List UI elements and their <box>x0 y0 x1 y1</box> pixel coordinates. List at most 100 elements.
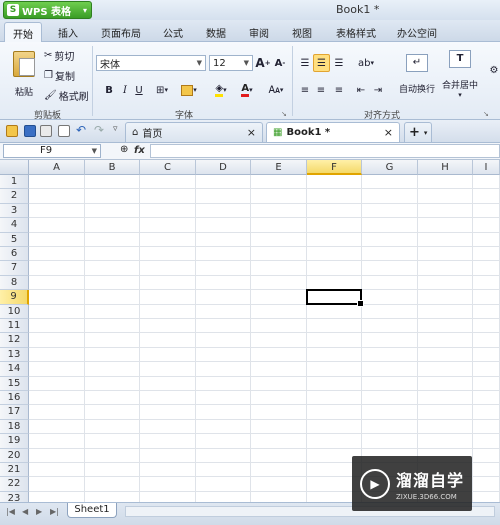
close-icon[interactable]: × <box>384 126 393 139</box>
row-header[interactable]: 20 <box>0 448 29 463</box>
name-box[interactable]: F9 ▼ <box>3 144 101 158</box>
tab-home[interactable]: 开始 <box>4 22 42 42</box>
row-header[interactable]: 14 <box>0 362 29 377</box>
bold-button[interactable]: B <box>102 82 116 98</box>
column-header[interactable]: C <box>140 160 196 175</box>
align-center-button[interactable]: ≡ <box>313 82 329 98</box>
tab-office-space[interactable]: 办公空间 <box>397 25 437 40</box>
select-all-corner[interactable] <box>0 160 29 175</box>
row-header[interactable]: 8 <box>0 275 29 291</box>
phonetic-button[interactable]: 🗛 ▾ <box>264 82 288 98</box>
row-header[interactable]: 17 <box>0 405 29 420</box>
row-header[interactable]: 16 <box>0 391 29 406</box>
print-icon[interactable] <box>40 125 52 137</box>
more-options-button[interactable]: ⚙ <box>488 62 500 78</box>
increase-indent-button[interactable]: ⇥ <box>370 82 386 98</box>
first-sheet-icon[interactable]: |◀ <box>6 507 15 516</box>
align-middle-button[interactable]: ☰ <box>313 54 330 72</box>
row-header[interactable]: 5 <box>0 232 29 247</box>
tab-insert[interactable]: 插入 <box>58 25 78 40</box>
text-direction-button[interactable]: ab ▾ <box>354 54 378 72</box>
open-folder-icon[interactable] <box>6 125 18 137</box>
merge-center-button[interactable]: T 合并居中 ▾ <box>440 46 480 102</box>
customize-toolbar-icon[interactable]: ▿ <box>113 124 118 134</box>
prev-sheet-icon[interactable]: ◀ <box>22 507 28 516</box>
underline-button[interactable]: U <box>132 82 146 98</box>
row-header[interactable]: 11 <box>0 319 29 334</box>
grow-font-button[interactable]: A + <box>255 55 270 71</box>
column-header[interactable]: G <box>362 160 418 175</box>
decrease-indent-button[interactable]: ⇤ <box>353 82 369 98</box>
column-header[interactable]: A <box>29 160 85 175</box>
dialog-launcher-icon[interactable]: ↘ <box>281 110 287 118</box>
fill-color-button[interactable]: ◈ ▾ <box>208 82 234 98</box>
font-color-icon: A <box>241 83 250 97</box>
zoom-icon[interactable]: ⊕ <box>120 144 128 155</box>
tab-page-layout[interactable]: 页面布局 <box>101 25 141 40</box>
italic-button[interactable]: I <box>118 82 132 98</box>
ribbon: 粘贴 ✂ 剪切 ❐ 复制 🖌 格式刷 剪贴板 宋体 ▼ 12 ▼ A + A- B I U … <box>0 42 500 121</box>
row-header[interactable]: 4 <box>0 218 29 233</box>
align-left-button[interactable]: ≡ <box>297 82 313 98</box>
row-header[interactable]: 18 <box>0 419 29 435</box>
last-sheet-icon[interactable]: ▶| <box>50 507 59 516</box>
row-header[interactable]: 12 <box>0 333 29 348</box>
row-header[interactable]: 1 <box>0 175 29 190</box>
row-header[interactable]: 22 <box>0 477 29 492</box>
align-bottom-button[interactable]: ☰ <box>331 54 347 72</box>
redo-icon[interactable]: ↷ <box>94 123 104 137</box>
column-header[interactable]: E <box>251 160 307 175</box>
close-icon[interactable]: × <box>247 126 256 139</box>
tab-table-style[interactable]: 表格样式 <box>336 25 376 40</box>
print-preview-icon[interactable] <box>58 125 70 137</box>
wrap-text-button[interactable]: ↵ 自动换行 <box>397 46 437 102</box>
font-size-select[interactable]: 12 ▼ <box>209 55 253 71</box>
dialog-launcher-icon[interactable]: ↘ <box>483 110 489 118</box>
tab-data[interactable]: 数据 <box>206 25 226 40</box>
formula-input[interactable] <box>150 144 500 158</box>
active-cell[interactable] <box>306 289 364 308</box>
align-top-button[interactable]: ☰ <box>297 54 313 72</box>
copy-button[interactable]: ❐ 复制 <box>44 68 75 83</box>
paste-button[interactable]: 粘贴 <box>8 46 40 102</box>
row-header[interactable]: 7 <box>0 261 29 276</box>
app-menu-label: WPS 表格 <box>22 6 72 18</box>
shrink-font-button[interactable]: A- <box>273 55 287 71</box>
cut-button[interactable]: ✂ 剪切 <box>44 48 74 63</box>
tab-formulas[interactable]: 公式 <box>163 25 183 40</box>
row-header[interactable]: 10 <box>0 304 29 319</box>
row-header[interactable]: 6 <box>0 247 29 262</box>
save-icon[interactable] <box>24 125 36 137</box>
column-header[interactable]: I <box>473 160 500 175</box>
sheet-tab-sheet1[interactable]: Sheet1 <box>67 503 117 518</box>
undo-icon[interactable]: ↶ <box>76 123 86 137</box>
font-color-button[interactable]: A ▾ <box>236 82 258 98</box>
fill-style-button[interactable]: ▾ <box>176 82 202 98</box>
borders-button[interactable]: ⊞ ▾ <box>152 82 172 98</box>
doc-tab-book1[interactable]: ▦ Book1 * × <box>266 122 400 142</box>
tab-review[interactable]: 审阅 <box>249 25 269 40</box>
row-header[interactable]: 21 <box>0 463 29 478</box>
align-right-button[interactable]: ≡ <box>331 82 347 98</box>
doc-tab-home[interactable]: ⌂ 首页 × <box>125 122 263 142</box>
row-header[interactable]: 9 <box>0 290 29 305</box>
row-header[interactable]: 15 <box>0 376 29 391</box>
column-header[interactable]: D <box>196 160 251 175</box>
column-header[interactable]: F <box>307 160 362 175</box>
wps-app-menu-button[interactable]: S WPS 表格 ▾ <box>3 1 92 19</box>
column-header[interactable]: B <box>85 160 140 175</box>
font-name-select[interactable]: 宋体 ▼ <box>96 55 206 71</box>
column-header[interactable]: H <box>418 160 473 175</box>
format-painter-button[interactable]: 🖌 格式刷 <box>44 88 89 103</box>
row-header[interactable]: 2 <box>0 189 29 204</box>
row-header[interactable]: 19 <box>0 434 29 449</box>
tab-view[interactable]: 视图 <box>292 25 312 40</box>
spreadsheet-grid[interactable]: A B C D E F G H I 1 2 3 4 5 6 7 8 9 10 11 12 13 14 15 16 17 18 19 20… <box>0 160 500 502</box>
row-header[interactable]: 13 <box>0 347 29 363</box>
row-header[interactable]: 23 <box>0 491 29 502</box>
fx-icon[interactable]: fx <box>134 145 145 156</box>
next-sheet-icon[interactable]: ▶ <box>36 507 42 516</box>
row-header[interactable]: 3 <box>0 203 29 219</box>
row-gridline <box>29 390 500 391</box>
new-tab-button[interactable]: + ▾ <box>404 122 432 142</box>
